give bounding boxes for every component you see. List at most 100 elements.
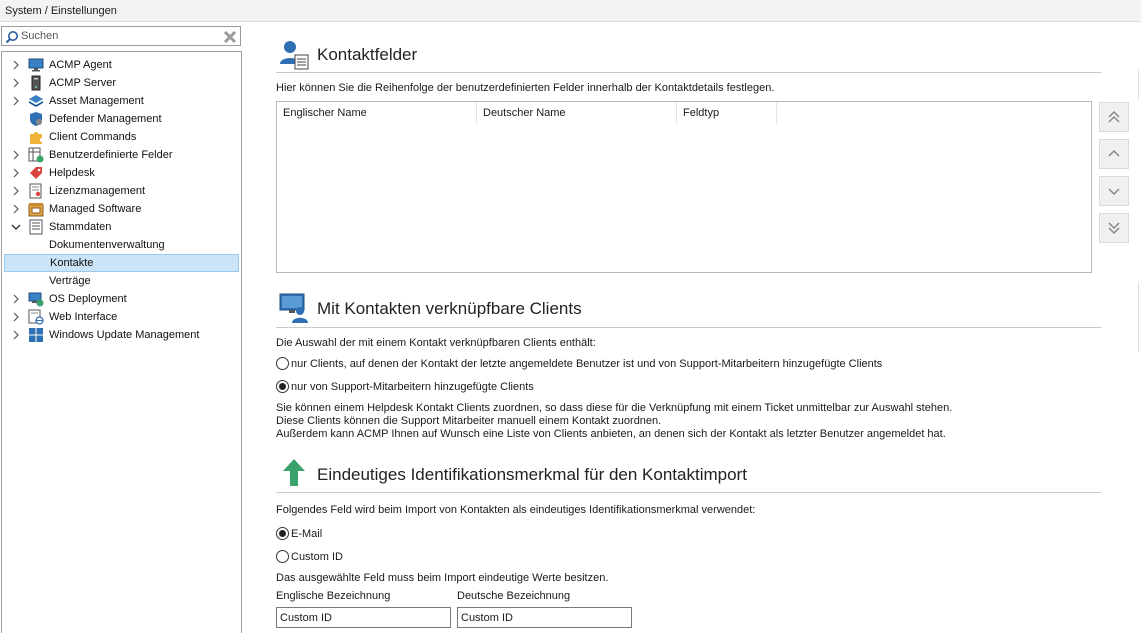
chevron-right-icon[interactable]: [11, 150, 21, 160]
radio-button[interactable]: [276, 357, 289, 370]
tree-item-label: OS Deployment: [49, 293, 127, 305]
divider: [276, 327, 1101, 328]
tree-item-contacts[interactable]: Kontakte: [4, 254, 239, 272]
section-title-contact-fields: Kontaktfelder: [317, 45, 418, 64]
tree-item-label: Windows Update Management: [49, 329, 200, 341]
shield-icon: [30, 112, 42, 126]
chevron-right-icon[interactable]: [11, 186, 21, 196]
tree-item-asset-management[interactable]: Asset Management: [2, 92, 241, 110]
radio-button[interactable]: [276, 550, 289, 563]
identifier-note: Das ausgewählte Feld muss beim Import ei…: [276, 572, 609, 584]
radio-label: Custom ID: [291, 551, 343, 563]
tree-item-managed-software[interactable]: Managed Software: [2, 200, 241, 218]
chevron-down-icon[interactable]: [11, 222, 21, 232]
import-arrow-icon: [283, 459, 305, 486]
sidebar: ACMP Agent ACMP Server Asset Management …: [0, 22, 242, 633]
divider: [276, 72, 1101, 73]
tree-item-label: ACMP Server: [49, 77, 117, 89]
search-input[interactable]: [21, 28, 217, 44]
english-label-caption: Englische Bezeichnung: [276, 590, 391, 602]
chevron-right-icon[interactable]: [11, 78, 21, 88]
tree-item-label: Client Commands: [49, 131, 137, 143]
server-icon: [31, 75, 41, 91]
asset-stack-icon: [29, 95, 43, 107]
chevron-right-icon[interactable]: [11, 204, 21, 214]
contact-fields-description: Hier können Sie die Reihenfolge der benu…: [276, 82, 775, 94]
tree-item-label: ACMP Agent: [49, 59, 112, 71]
column-header-field-type[interactable]: Feldtyp: [677, 102, 777, 124]
search-icon: [5, 31, 18, 44]
master-data-icon: [29, 219, 43, 235]
move-up-button[interactable]: [1099, 139, 1129, 169]
tree-item-custom-fields[interactable]: Benutzerdefinierte Felder: [2, 146, 241, 164]
tree-item-label: Helpdesk: [49, 167, 95, 179]
radio-button-selected[interactable]: [276, 380, 289, 393]
os-deploy-icon: [28, 292, 44, 307]
chevron-right-icon[interactable]: [11, 330, 21, 340]
settings-tree: ACMP Agent ACMP Server Asset Management …: [1, 51, 242, 633]
radio-button-selected[interactable]: [276, 527, 289, 540]
move-to-top-button[interactable]: [1099, 102, 1129, 132]
tree-item-os-deployment[interactable]: OS Deployment: [2, 290, 241, 308]
double-chevron-down-icon: [1108, 222, 1120, 235]
tree-item-label: Web Interface: [49, 311, 118, 323]
radio-option-custom-id[interactable]: Custom ID: [276, 550, 343, 563]
german-label-caption: Deutsche Bezeichnung: [457, 590, 571, 602]
tree-item-contracts[interactable]: Verträge: [2, 272, 241, 290]
monitor-icon: [28, 58, 44, 72]
tree-item-label: Defender Management: [49, 113, 162, 125]
radio-label: E-Mail: [291, 528, 323, 540]
tree-item-acmp-server[interactable]: ACMP Server: [2, 74, 241, 92]
scroll-edge: [1138, 70, 1139, 100]
custom-fields-icon: [28, 147, 44, 163]
chevron-right-icon[interactable]: [11, 294, 21, 304]
column-header-english-name[interactable]: Englischer Name: [277, 102, 477, 124]
chevron-right-icon[interactable]: [11, 60, 21, 70]
clients-info-line-2: Diese Clients können die Support Mitarbe…: [276, 415, 662, 427]
section-title-unique-identifier: Eindeutiges Identifikationsmerkmal für d…: [317, 465, 747, 484]
software-box-icon: [28, 203, 44, 217]
contact-fields-grid[interactable]: Englischer Name Deutscher Name Feldtyp: [276, 101, 1092, 273]
radio-option-email[interactable]: E-Mail: [276, 527, 322, 540]
clear-search-icon[interactable]: [222, 29, 238, 45]
tree-item-label: Lizenzmanagement: [49, 185, 146, 197]
contact-clients-icon: [279, 293, 308, 323]
tree-item-label: Kontakte: [50, 257, 94, 269]
chevron-right-icon[interactable]: [11, 96, 21, 106]
tree-item-windows-update[interactable]: Windows Update Management: [2, 326, 241, 344]
tree-item-license-management[interactable]: Lizenzmanagement: [2, 182, 241, 200]
tree-item-label: Asset Management: [49, 95, 144, 107]
english-label-input[interactable]: [276, 607, 451, 628]
tree-item-label: Managed Software: [49, 203, 142, 215]
tree-item-master-data[interactable]: Stammdaten: [2, 218, 241, 236]
contact-fields-icon: [280, 41, 309, 70]
move-to-bottom-button[interactable]: [1099, 213, 1129, 243]
column-header-german-name[interactable]: Deutscher Name: [477, 102, 677, 124]
radio-option-last-user-clients[interactable]: nur Clients, auf denen der Kontakt der l…: [276, 357, 882, 370]
tree-item-label: Stammdaten: [49, 221, 112, 233]
tree-item-client-commands[interactable]: Client Commands: [2, 128, 241, 146]
search-box[interactable]: [1, 26, 241, 46]
web-interface-icon: [28, 309, 44, 325]
radio-option-support-added-clients[interactable]: nur von Support-Mitarbeitern hinzugefügt…: [276, 380, 534, 393]
tree-item-web-interface[interactable]: Web Interface: [2, 308, 241, 326]
section-title-linkable-clients: Mit Kontakten verknüpfbare Clients: [317, 299, 582, 318]
radio-label: nur Clients, auf denen der Kontakt der l…: [291, 358, 883, 370]
tree-item-helpdesk[interactable]: Helpdesk: [2, 164, 241, 182]
tree-item-document-management[interactable]: Dokumentenverwaltung: [2, 236, 241, 254]
license-icon: [29, 183, 42, 199]
german-label-input[interactable]: [457, 607, 632, 628]
chevron-right-icon[interactable]: [11, 312, 21, 322]
double-chevron-up-icon: [1108, 110, 1120, 123]
tree-item-label: Benutzerdefinierte Felder: [49, 149, 173, 161]
move-down-button[interactable]: [1099, 176, 1129, 206]
tree-item-label: Dokumentenverwaltung: [49, 239, 165, 251]
clients-info-line-1: Sie können einem Helpdesk Kontakt Client…: [276, 402, 953, 414]
chevron-right-icon[interactable]: [11, 168, 21, 178]
chevron-up-icon: [1108, 149, 1120, 157]
tag-icon: [30, 167, 42, 179]
tree-item-defender-management[interactable]: Defender Management: [2, 110, 241, 128]
puzzle-icon: [30, 132, 42, 144]
tree-item-label: Verträge: [49, 275, 91, 287]
tree-item-acmp-agent[interactable]: ACMP Agent: [2, 56, 241, 74]
